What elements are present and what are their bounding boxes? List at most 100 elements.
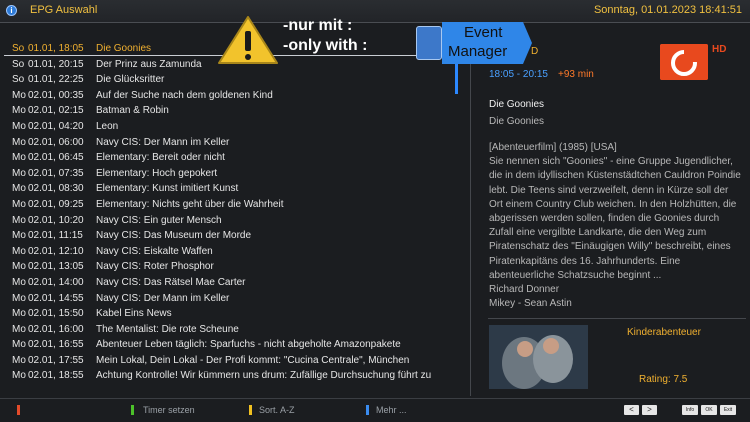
row-day: Mo <box>12 183 26 195</box>
row-day: Mo <box>12 354 26 366</box>
page-title: EPG Auswahl <box>30 4 98 16</box>
next-page-button[interactable]: > <box>642 405 657 415</box>
row-title: Navy CIS: Das Museum der Morde <box>96 230 252 242</box>
row-day: Mo <box>12 214 26 226</box>
epg-row[interactable]: Mo 02.01, 18:55 Achtung Kontrolle! Wir küm… <box>6 368 454 384</box>
row-title: Navy CIS: Der Mann im Keller <box>96 136 230 148</box>
red-key-icon[interactable] <box>17 405 20 415</box>
row-day: So <box>12 58 25 70</box>
row-title: Kabel Eins News <box>96 308 172 320</box>
row-datetime: 02.01, 09:25 <box>28 198 84 210</box>
epg-row[interactable]: Mo 02.01, 16:55 Abenteuer Leben täglich: S… <box>6 337 454 353</box>
clock: Sonntag, 01.01.2023 18:41:51 <box>593 4 742 16</box>
epg-row[interactable]: Mo 02.01, 13:05 Navy CIS: Roter Phosphor <box>6 259 454 275</box>
row-datetime: 02.01, 13:05 <box>28 261 84 273</box>
row-datetime: 02.01, 14:00 <box>28 276 84 288</box>
row-title: Der Prinz aus Zamunda <box>96 58 202 70</box>
event-summary: Sie nennen sich "Goonies" - eine Gruppe … <box>489 156 741 281</box>
row-datetime: 01.01, 22:25 <box>28 74 84 86</box>
epg-row[interactable]: Mo 02.01, 14:00 Navy CIS: Das Rätsel Mae C… <box>6 275 454 291</box>
row-title: Navy CIS: Das Rätsel Mae Carter <box>96 276 246 288</box>
blue-key-icon[interactable] <box>366 405 369 415</box>
channel-hd-badge: HD <box>712 44 727 55</box>
row-title: Elementary: Bereit oder nicht <box>96 152 225 164</box>
row-datetime: 02.01, 16:00 <box>28 323 84 335</box>
row-day: Mo <box>12 105 26 117</box>
epg-row[interactable]: Mo 02.01, 07:35 Elementary: Hoch gepokert <box>6 166 454 182</box>
epg-row[interactable]: Mo 02.01, 08:30 Elementary: Kunst imitiert… <box>6 181 454 197</box>
info-button[interactable]: Info <box>682 405 698 415</box>
epg-row[interactable]: Mo 02.01, 00:35 Auf der Suche nach dem gol… <box>6 88 454 104</box>
epg-row[interactable]: Mo 02.01, 09:25 Elementary: Nichts geht üb… <box>6 197 454 213</box>
row-datetime: 02.01, 12:10 <box>28 245 84 257</box>
channel-logo-icon <box>660 44 708 80</box>
row-day: Mo <box>12 136 26 148</box>
epg-row[interactable]: Mo 02.01, 15:50 Kabel Eins News <box>6 306 454 322</box>
epg-row[interactable]: Mo 02.01, 06:45 Elementary: Bereit oder ni… <box>6 150 454 166</box>
row-day: Mo <box>12 339 26 351</box>
event-meta: [Abenteuerfilm] (1985) [USA] <box>489 142 617 153</box>
row-datetime: 02.01, 15:50 <box>28 308 84 320</box>
epg-row[interactable]: Mo 02.01, 04:20 Leon <box>6 119 454 135</box>
green-key-icon[interactable] <box>131 405 134 415</box>
row-datetime: 02.01, 18:55 <box>28 370 84 382</box>
details-letter: D <box>531 46 539 57</box>
warning-text: -nur mit : -only with : <box>283 16 367 56</box>
event-genre: Kinderabenteuer <box>627 327 701 338</box>
event-timerange: 18:05 - 20:15 <box>489 69 548 80</box>
image-icon <box>416 26 442 60</box>
yellow-key-label[interactable]: Sort. A-Z <box>259 405 295 415</box>
row-datetime: 02.01, 14:55 <box>28 292 84 304</box>
row-datetime: 02.01, 04:20 <box>28 120 84 132</box>
row-datetime: 02.01, 08:30 <box>28 183 84 195</box>
row-day: Mo <box>12 370 26 382</box>
list-scrollbar[interactable] <box>455 60 458 94</box>
row-datetime: 02.01, 16:55 <box>28 339 84 351</box>
row-title: Batman & Robin <box>96 105 169 117</box>
row-day: Mo <box>12 152 26 164</box>
epg-row[interactable]: Mo 02.01, 16:00 The Mentalist: Die rote Sc… <box>6 322 454 338</box>
epg-event-list[interactable]: So 01.01, 18:05 Die Goonies So 01.01, 20:15… <box>6 41 454 384</box>
row-title: Abenteuer Leben täglich: Sparfuchs - nic… <box>96 339 401 351</box>
badge-text-1: Event <box>464 24 503 41</box>
event-manager-badge: Event Manager <box>412 22 532 64</box>
event-subtitle: Die Goonies <box>489 116 545 127</box>
epg-row[interactable]: Mo 02.01, 02:15 Batman & Robin <box>6 103 454 119</box>
row-day: Mo <box>12 292 26 304</box>
row-day: Mo <box>12 323 26 335</box>
row-datetime: 02.01, 06:45 <box>28 152 84 164</box>
row-title: Navy CIS: Roter Phosphor <box>96 261 214 273</box>
row-datetime: 02.01, 10:20 <box>28 214 84 226</box>
green-key-label[interactable]: Timer setzen <box>143 405 195 415</box>
warning-line-1: -nur mit : <box>283 17 353 34</box>
row-day: Mo <box>12 261 26 273</box>
yellow-key-icon[interactable] <box>249 405 252 415</box>
epg-row[interactable]: Mo 02.01, 10:20 Navy CIS: Ein guter Mensch <box>6 213 454 229</box>
warning-icon <box>218 16 278 64</box>
row-day: Mo <box>12 230 26 242</box>
ok-button[interactable]: OK <box>701 405 717 415</box>
event-title: Die Goonies <box>489 99 545 110</box>
prev-page-button[interactable]: < <box>624 405 639 415</box>
row-title: Navy CIS: Der Mann im Keller <box>96 292 230 304</box>
row-datetime: 02.01, 06:00 <box>28 136 84 148</box>
blue-key-label[interactable]: Mehr ... <box>376 405 407 415</box>
row-title: Achtung Kontrolle! Wir kümmern uns drum:… <box>96 370 432 382</box>
row-day: Mo <box>12 198 26 210</box>
badge-text-2: Manager <box>448 43 508 60</box>
exit-button[interactable]: Exit <box>720 405 736 415</box>
epg-row[interactable]: Mo 02.01, 06:00 Navy CIS: Der Mann im Kell… <box>6 135 454 151</box>
row-day: Mo <box>12 167 26 179</box>
event-director: Richard Donner <box>489 284 560 296</box>
row-day: Mo <box>12 276 26 288</box>
epg-row[interactable]: Mo 02.01, 14:55 Navy CIS: Der Mann im Kell… <box>6 291 454 307</box>
warning-line-2: -only with : <box>283 37 368 54</box>
row-title: Elementary: Hoch gepokert <box>96 167 218 179</box>
epg-row[interactable]: So 01.01, 22:25 Die Glücksritter <box>6 72 454 88</box>
row-datetime: 02.01, 11:15 <box>28 230 83 242</box>
epg-row[interactable]: Mo 02.01, 12:10 Navy CIS: Eiskalte Waffen <box>6 244 454 260</box>
epg-row[interactable]: Mo 02.01, 11:15 Navy CIS: Das Museum der M… <box>6 228 454 244</box>
event-cast: Mikey - Sean Astin <box>489 298 572 310</box>
event-thumbnail <box>489 325 588 389</box>
epg-row[interactable]: Mo 02.01, 17:55 Mein Lokal, Dein Lokal - D… <box>6 353 454 369</box>
